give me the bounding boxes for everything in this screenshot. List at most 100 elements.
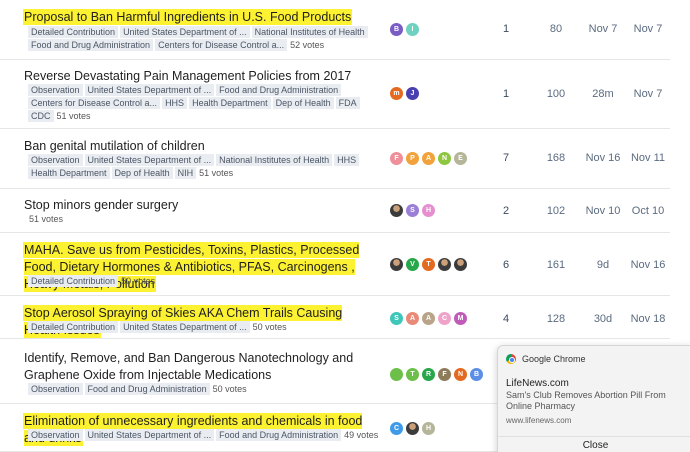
activity-date[interactable]: 9d	[583, 259, 623, 271]
notification-message[interactable]: Sam's Club Removes Abortion Pill From On…	[506, 390, 686, 412]
topic-tags: Detailed Contribution United States Depar…	[28, 321, 384, 334]
tag-chip[interactable]: National Institutes of Health	[251, 26, 368, 38]
tag-chip[interactable]: Centers for Disease Control a...	[155, 39, 288, 51]
vote-count: 51 votes	[29, 214, 64, 224]
avatar[interactable]: C	[438, 312, 451, 325]
tag-chip[interactable]: CDC	[28, 110, 54, 122]
activity-date[interactable]: Nov 18	[628, 313, 668, 325]
tag-chip[interactable]: Observation	[28, 84, 83, 96]
avatar[interactable]: B	[470, 368, 483, 381]
avatar[interactable]: N	[438, 152, 451, 165]
avatar[interactable]: B	[390, 23, 403, 36]
avatar[interactable]: A	[406, 312, 419, 325]
avatar[interactable]	[390, 258, 403, 271]
avatar[interactable]: V	[406, 258, 419, 271]
tag-chip[interactable]: Health Department	[28, 167, 110, 179]
tag-chip[interactable]: Health Department	[189, 97, 271, 109]
tag-chip[interactable]: National Institutes of Health	[216, 154, 333, 166]
avatar[interactable]	[390, 204, 403, 217]
avatar[interactable]: F	[438, 368, 451, 381]
topic-tags: Detailed Contribution United States Depar…	[28, 26, 384, 52]
avatar[interactable]: A	[422, 312, 435, 325]
topic-row[interactable]: MAHA. Save us from Pesticides, Toxins, P…	[0, 233, 670, 296]
reply-count: 1	[502, 23, 510, 35]
activity-date[interactable]: Oct 10	[628, 205, 668, 217]
avatar[interactable]: H	[422, 204, 435, 217]
topic-row[interactable]: Proposal to Ban Harmful Ingredients in U…	[0, 0, 670, 60]
topic-title-link[interactable]: Proposal to Ban Harmful Ingredients in U…	[24, 10, 352, 24]
avatar[interactable]: S	[390, 312, 403, 325]
tag-chip[interactable]: Food and Drug Administration	[216, 429, 342, 441]
poster-avatars: VT	[390, 258, 467, 271]
tag-chip[interactable]: Food and Drug Administration	[84, 383, 210, 395]
activity-date[interactable]: Nov 16	[583, 152, 623, 164]
topic-title-link[interactable]: Stop minors gender surgery	[24, 198, 178, 212]
avatar[interactable]	[454, 258, 467, 271]
avatar[interactable]: N	[454, 368, 467, 381]
topic-tags: Observation United States Department of .…	[28, 84, 384, 123]
tag-chip[interactable]: Dep of Health	[272, 97, 334, 109]
tag-chip[interactable]: United States Department of ...	[120, 321, 250, 333]
activity-date[interactable]: Nov 16	[628, 259, 668, 271]
avatar[interactable]: T	[406, 368, 419, 381]
topic-title-wrap: Stop minors gender surgery	[24, 197, 376, 214]
tag-chip[interactable]: United States Department of ...	[84, 429, 215, 441]
avatar[interactable]: F	[390, 152, 403, 165]
tag-chip[interactable]: NIH	[174, 167, 197, 179]
activity-date[interactable]: 28m	[583, 88, 623, 100]
notification-app-name: Google Chrome	[522, 354, 586, 364]
avatar[interactable]: H	[422, 422, 435, 435]
tag-chip[interactable]: HHS	[334, 154, 360, 166]
avatar[interactable]: P	[406, 152, 419, 165]
tag-chip[interactable]: Food and Drug Administration	[28, 39, 154, 51]
topic-row[interactable]: Stop minors gender surgery 51 votes S H 2 102…	[0, 189, 670, 233]
avatar[interactable]: J	[406, 87, 419, 100]
tag-chip[interactable]: HHS	[162, 97, 188, 109]
tag-chip[interactable]: Food and Drug Administration	[216, 84, 342, 96]
tag-chip[interactable]: United States Department of ...	[84, 154, 215, 166]
topic-row[interactable]: Stop Aerosol Spraying of Skies AKA Chem …	[0, 296, 670, 339]
activity-date[interactable]: Nov 7	[628, 88, 668, 100]
tag-chip[interactable]: Detailed Contribution	[28, 275, 119, 287]
topic-row[interactable]: Ban genital mutilation of children Observ…	[0, 129, 670, 189]
topic-title-link[interactable]: Ban genital mutilation of children	[24, 139, 205, 153]
tag-chip[interactable]: Observation	[28, 383, 83, 395]
tag-chip[interactable]: Dep of Health	[111, 167, 173, 179]
tag-chip[interactable]: Observation	[28, 429, 83, 441]
activity-date[interactable]: 30d	[583, 313, 623, 325]
topic-title-link[interactable]: Identify, Remove, and Ban Dangerous Nano…	[24, 351, 353, 382]
avatar[interactable]: R	[422, 368, 435, 381]
avatar[interactable]: T	[422, 258, 435, 271]
topic-title-wrap: Identify, Remove, and Ban Dangerous Nano…	[24, 350, 376, 384]
activity-date[interactable]: Nov 11	[628, 152, 668, 164]
tag-chip[interactable]: Observation	[28, 154, 83, 166]
tag-chip[interactable]: Detailed Contribution	[28, 26, 119, 38]
tag-chip[interactable]: FDA	[335, 97, 360, 109]
avatar[interactable]	[390, 368, 403, 381]
avatar[interactable]: I	[406, 23, 419, 36]
activity-date[interactable]: Nov 7	[583, 23, 623, 35]
activity-date[interactable]: Nov 10	[583, 205, 623, 217]
vote-count: 50 votes	[252, 322, 287, 332]
avatar[interactable]	[406, 422, 419, 435]
activity-date[interactable]: Nov 7	[628, 23, 668, 35]
poster-avatars: SAACM	[390, 312, 467, 325]
notification-close-button[interactable]: Close	[498, 436, 690, 452]
topic-title-link[interactable]: Reverse Devastating Pain Management Poli…	[24, 69, 351, 83]
avatar[interactable]: A	[422, 152, 435, 165]
topic-tags: 51 votes	[28, 213, 384, 225]
tag-chip[interactable]: Centers for Disease Control a...	[28, 97, 161, 109]
avatar[interactable]	[438, 258, 451, 271]
poster-avatars: BI	[390, 23, 419, 36]
avatar[interactable]: E	[454, 152, 467, 165]
chrome-notification[interactable]: Google Chrome LifeNews.com Sam's Club Re…	[497, 345, 690, 452]
avatar[interactable]: C	[390, 422, 403, 435]
avatar[interactable]: M	[454, 312, 467, 325]
view-count: 102	[546, 205, 566, 217]
tag-chip[interactable]: United States Department of ...	[120, 26, 250, 38]
avatar[interactable]: m	[390, 87, 403, 100]
tag-chip[interactable]: Detailed Contribution	[28, 321, 119, 333]
topic-row[interactable]: Reverse Devastating Pain Management Poli…	[0, 60, 670, 129]
avatar[interactable]: S	[406, 204, 419, 217]
tag-chip[interactable]: United States Department of ...	[84, 84, 215, 96]
